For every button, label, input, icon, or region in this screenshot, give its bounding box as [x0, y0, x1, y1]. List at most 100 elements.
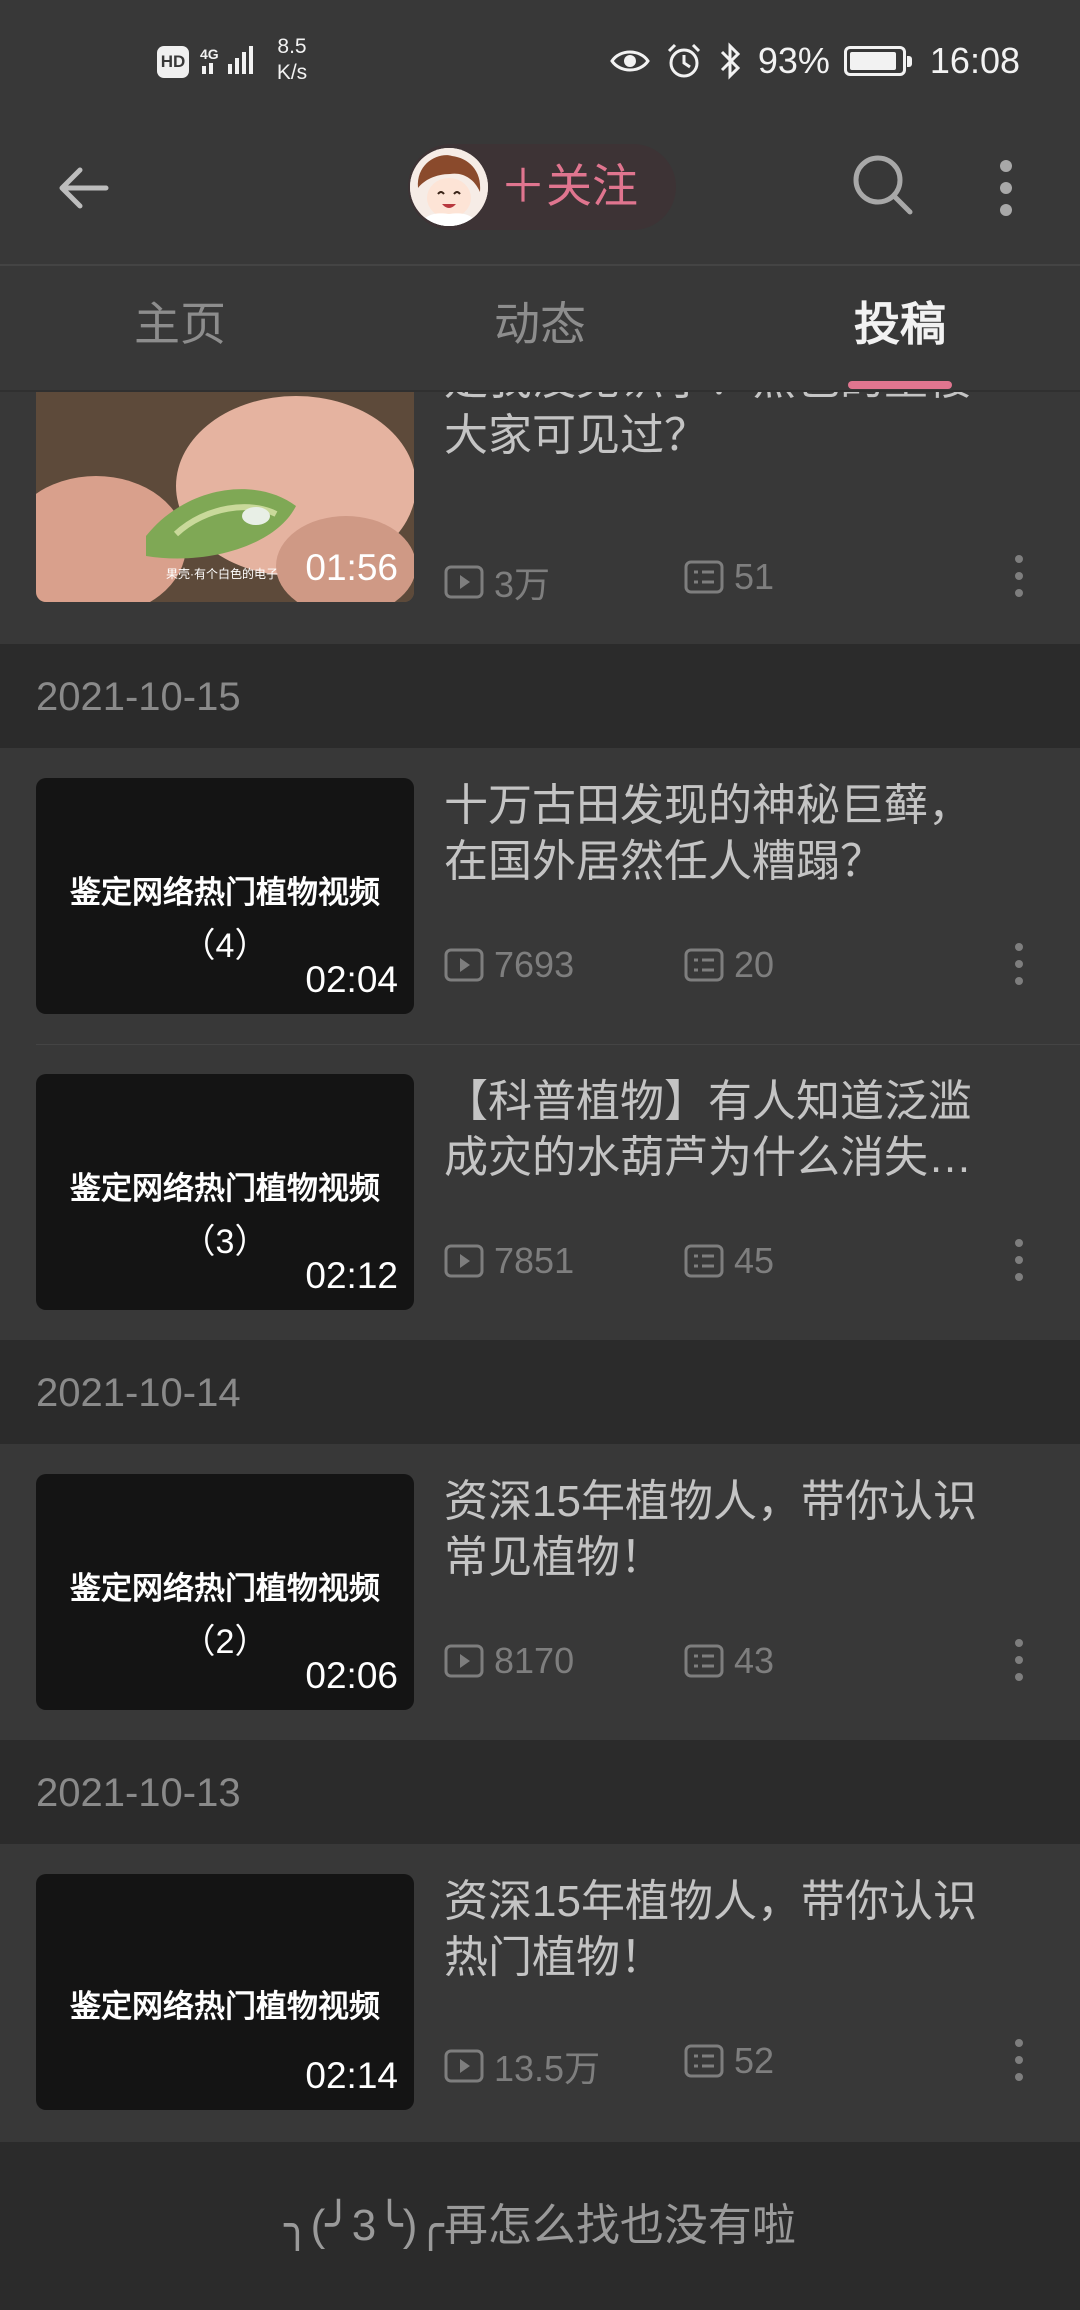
network-type-label: 4G: [200, 46, 219, 62]
bluetooth-icon: [720, 42, 740, 80]
thumbnail-caption: 果壳·有个白色的电子: [166, 567, 278, 581]
comment-count-value: 20: [734, 944, 775, 985]
video-title[interactable]: 是我没见识了！黑色的重楼 大家可见过？: [444, 392, 1044, 464]
comment-count-icon: [684, 948, 724, 982]
hd-voice-icon: HD: [157, 46, 189, 78]
alarm-icon: [667, 43, 700, 78]
follow-label[interactable]: ＋关注: [500, 158, 638, 214]
more-options-icon[interactable]: [1014, 554, 1024, 598]
date-separator: 2021-10-14: [0, 1340, 1080, 1444]
video-title-line: 资深15年植物人，带你认识: [444, 1477, 977, 1526]
battery-percent: 93%: [757, 40, 830, 81]
video-title-line: 大家可见过？: [444, 411, 708, 460]
tab-submissions[interactable]: 投稿: [800, 294, 1000, 354]
view-count-value: 13.5万: [494, 2048, 601, 2089]
comment-count-icon: [684, 1644, 724, 1678]
view-count-value: 7693: [494, 944, 575, 985]
comment-count-value: 43: [734, 1640, 775, 1681]
active-tab-indicator: [848, 381, 952, 389]
more-options-icon[interactable]: [1014, 2038, 1024, 2082]
play-count-icon: [444, 1244, 484, 1278]
view-count: 7851: [444, 1240, 574, 1282]
comment-count: 45: [684, 1240, 774, 1282]
more-options-icon[interactable]: [1014, 1238, 1024, 1282]
end-of-list-message: ╮(╯3╰)╭再怎么找也没有啦: [284, 2201, 796, 2250]
video-duration: 01:56: [305, 547, 398, 588]
play-count-icon: [444, 565, 484, 599]
video-item[interactable]: 鉴定网络热门植物视频 （2） 02:06 资深15年植物人，带你认识 常见植物！…: [0, 1444, 1080, 1740]
clock: 16:08: [929, 40, 1020, 81]
divider: [36, 1044, 1080, 1045]
play-count-icon: [444, 948, 484, 982]
video-title[interactable]: 【科普植物】有人知道泛滥 成灾的水葫芦为什么消失…: [444, 1074, 1044, 1186]
video-item[interactable]: 鉴定网络热门植物视频 （3） 02:12 【科普植物】有人知道泛滥 成灾的水葫芦…: [0, 1044, 1080, 1340]
comment-count-icon: [684, 2044, 724, 2078]
date-label: 2021-10-13: [36, 1771, 241, 1815]
tab-home[interactable]: 主页: [80, 294, 280, 354]
search-icon[interactable]: [848, 150, 916, 218]
video-title-line: 热门植物！: [444, 1933, 664, 1982]
view-count: 3万: [444, 556, 550, 608]
view-count: 7693: [444, 944, 574, 986]
date-label: 2021-10-15: [36, 675, 241, 719]
video-item[interactable]: 鉴定网络热门植物视频 02:14 资深15年植物人，带你认识 热门植物！ 13.…: [0, 1844, 1080, 2142]
comment-count-icon: [684, 560, 724, 594]
more-options-icon[interactable]: [1014, 1638, 1024, 1682]
more-vertical-icon[interactable]: [996, 158, 1016, 218]
comment-count-value: 45: [734, 1240, 775, 1281]
video-title-line: 常见植物！: [444, 1533, 664, 1582]
date-separator: 2021-10-13: [0, 1740, 1080, 1844]
video-item[interactable]: 果壳·有个白色的电子 01:56 是我没见识了！黑色的重楼 大家可见过？ 3万 …: [0, 392, 1080, 644]
avatar-image: [410, 148, 488, 226]
video-title[interactable]: 十万古田发现的神秘巨藓， 在国外居然任人糟蹋？: [444, 778, 1044, 890]
video-title-line: 【科普植物】有人知道泛滥: [444, 1077, 972, 1126]
video-item[interactable]: 鉴定网络热门植物视频 （4） 02:04 十万古田发现的神秘巨藓， 在国外居然任…: [0, 748, 1080, 1044]
video-list: 果壳·有个白色的电子 01:56 是我没见识了！黑色的重楼 大家可见过？ 3万 …: [0, 392, 1080, 2142]
play-count-icon: [444, 2049, 484, 2083]
video-title[interactable]: 资深15年植物人，带你认识 常见植物！: [444, 1474, 1044, 1586]
tab-dynamics[interactable]: 动态: [440, 294, 640, 354]
comment-count-value: 51: [734, 556, 775, 597]
thumbnail-title: 鉴定网络热门植物视频: [70, 1171, 380, 1206]
video-title-line: 成灾的水葫芦为什么消失…: [444, 1133, 972, 1182]
view-count: 8170: [444, 1640, 574, 1682]
view-count: 13.5万: [444, 2040, 600, 2092]
more-options-icon[interactable]: [1014, 942, 1024, 986]
end-of-list-footer: ╮(╯3╰)╭再怎么找也没有啦: [0, 2142, 1080, 2310]
video-duration: 02:06: [305, 1655, 398, 1696]
status-bar: HD 4G 8.5 K/s 93% 16:08: [0, 0, 1080, 120]
video-thumbnail[interactable]: 果壳·有个白色的电子 01:56: [36, 392, 414, 602]
video-thumbnail[interactable]: 鉴定网络热门植物视频 （4） 02:04: [36, 778, 414, 1014]
video-thumbnail[interactable]: 鉴定网络热门植物视频 （2） 02:06: [36, 1474, 414, 1710]
video-duration: 02:04: [305, 959, 398, 1000]
video-title-line: 资深15年植物人，带你认识: [444, 1877, 977, 1926]
thumbnail-title: 鉴定网络热门植物视频: [70, 875, 380, 910]
video-duration: 02:12: [305, 1255, 398, 1296]
thumbnail-title: 鉴定网络热门植物视频: [70, 1989, 380, 2024]
comment-count-icon: [684, 1244, 724, 1278]
comment-count: 51: [684, 556, 774, 598]
signal-icon: 4G: [200, 46, 253, 74]
profile-tabs: 主页 动态 投稿: [0, 264, 1080, 392]
avatar[interactable]: [410, 148, 488, 226]
video-thumbnail[interactable]: 鉴定网络热门植物视频 （3） 02:12: [36, 1074, 414, 1310]
thumbnail-title: 鉴定网络热门植物视频: [70, 1571, 380, 1606]
video-title[interactable]: 资深15年植物人，带你认识 热门植物！: [444, 1874, 1044, 1986]
video-duration: 02:14: [305, 2055, 398, 2096]
back-arrow-icon[interactable]: [52, 156, 116, 220]
video-title-line: 是我没见识了！黑色的重楼: [444, 392, 1044, 408]
view-count-value: 8170: [494, 1640, 575, 1681]
status-right-group: 93% 16:08: [610, 36, 1020, 86]
date-separator: 2021-10-15: [0, 644, 1080, 748]
network-speed-unit: K/s: [276, 61, 308, 84]
comment-count: 20: [684, 944, 774, 986]
view-count-value: 3万: [494, 564, 551, 605]
comment-count: 43: [684, 1640, 774, 1682]
network-speed-value: 8.5: [277, 35, 307, 58]
top-app-bar: ＋关注: [0, 120, 1080, 264]
comment-count-value: 52: [734, 2040, 775, 2081]
play-count-icon: [444, 1644, 484, 1678]
eye-icon: [610, 50, 650, 72]
network-speed: 8.5 K/s: [272, 34, 312, 86]
video-thumbnail[interactable]: 鉴定网络热门植物视频 02:14: [36, 1874, 414, 2110]
